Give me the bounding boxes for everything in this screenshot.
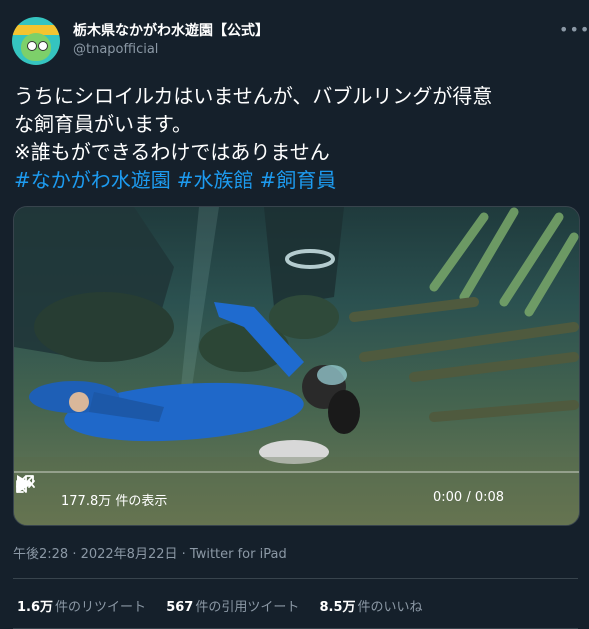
view-count: 177.8万 件の表示 <box>61 494 168 509</box>
tweet-text: うちにシロイルカはいませんが、バブルリングが得意 な飼育員がいます。 ※誰もがで… <box>14 84 493 164</box>
account-name[interactable]: 栃木県なかがわ水遊園【公式】 <box>73 20 269 40</box>
engagement-stats: 1.6万 件のリツイート 567 件の引用ツイート 8.5万 件のいいね <box>17 596 439 615</box>
hashtag-link[interactable]: #水族館 <box>177 168 254 192</box>
retweet-number: 1.6万 <box>17 600 54 615</box>
more-dots-icon[interactable]: ••• <box>559 20 589 39</box>
avatar-eye-right <box>38 41 48 51</box>
retweet-count[interactable]: 1.6万 件のリツイート <box>17 600 146 615</box>
timestamp[interactable]: 午後2:28 · 2022年8月22日 <box>13 547 178 562</box>
hashtag-link[interactable]: #なかがわ水遊園 <box>14 168 171 192</box>
fullscreen-icon[interactable] <box>14 473 36 495</box>
meta-separator: · <box>177 547 190 562</box>
quote-count[interactable]: 567 件の引用ツイート <box>166 600 299 615</box>
quote-number: 567 <box>166 600 194 615</box>
hashtags: #なかがわ水遊園 #水族館 #飼育員 <box>14 166 342 194</box>
account-handle[interactable]: @tnapofficial <box>73 42 158 57</box>
client-link[interactable]: Twitter for iPad <box>190 547 287 562</box>
tweet-meta: 午後2:28 · 2022年8月22日 · Twitter for iPad <box>13 543 287 562</box>
video-player[interactable]: 177.8万 件の表示 0:00 / 0:08 <box>13 206 580 526</box>
hashtag-link[interactable]: #飼育員 <box>260 168 337 192</box>
quote-label: 件の引用ツイート <box>195 600 300 615</box>
like-label: 件のいいね <box>357 600 423 615</box>
like-number: 8.5万 <box>319 600 356 615</box>
divider <box>13 578 578 579</box>
avatar-eye-left <box>27 41 37 51</box>
like-count[interactable]: 8.5万 件のいいね <box>319 600 422 615</box>
video-time: 0:00 / 0:08 <box>433 490 505 505</box>
avatar[interactable] <box>12 17 60 65</box>
video-controls: 177.8万 件の表示 0:00 / 0:08 <box>14 473 579 525</box>
retweet-label: 件のリツイート <box>55 600 147 615</box>
